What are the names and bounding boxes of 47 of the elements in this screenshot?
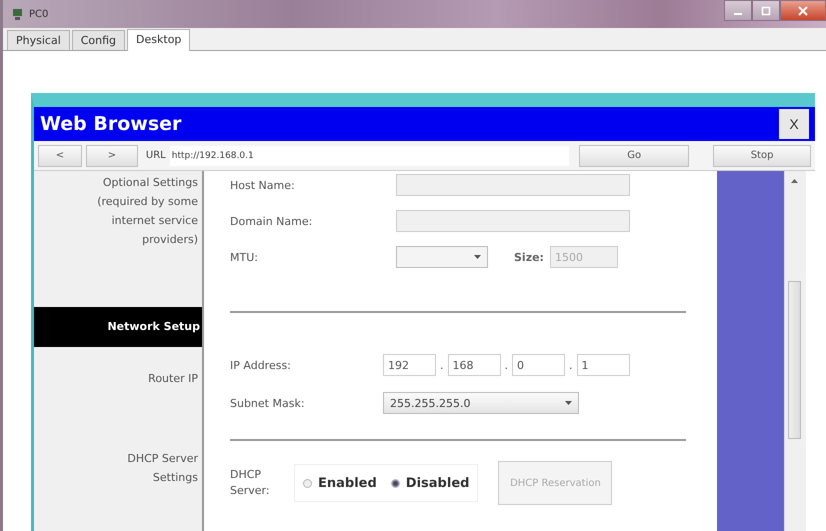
octet-field[interactable]: 168	[448, 354, 500, 376]
field-label: Host Name:	[230, 178, 296, 192]
radio-option[interactable]: Disabled	[390, 476, 470, 490]
close-icon	[798, 6, 808, 16]
section-label: Router IP	[147, 371, 199, 388]
minimize-icon	[734, 12, 742, 14]
octet-field[interactable]: 0	[512, 354, 565, 376]
field-label: IP Address:	[230, 358, 292, 372]
field-label: Domain Name:	[230, 214, 314, 228]
maximize-icon	[761, 6, 771, 16]
dropdown-arrow-icon	[565, 401, 572, 405]
tab[interactable]: Physical	[7, 30, 70, 50]
minimize-button[interactable]	[724, 0, 752, 21]
field-label: Size:	[514, 250, 544, 264]
scrollbar-thumb[interactable]	[788, 281, 801, 439]
field-label: DHCP Server:	[230, 467, 271, 499]
back-button[interactable]: <	[38, 144, 82, 166]
close-button[interactable]: X	[779, 109, 809, 139]
octet-field[interactable]: 1	[576, 354, 630, 376]
radio-option[interactable]: Enabled	[303, 476, 377, 490]
url-label: URL	[146, 150, 166, 161]
forward-button[interactable]: >	[86, 144, 138, 166]
window-title: PC0	[29, 8, 48, 20]
close-button[interactable]	[780, 0, 826, 21]
scroll-up-icon[interactable]	[791, 179, 798, 183]
computer-icon	[11, 7, 25, 21]
subnet-mask-dropdown[interactable]: 255.255.255.0	[383, 392, 579, 414]
url-field[interactable]: http://192.168.0.1	[170, 146, 570, 166]
maximize-button[interactable]	[752, 0, 780, 21]
section-label: DHCP Server Settings	[126, 451, 199, 486]
section-label: Optional Settings (required by some internet service providers)	[96, 175, 199, 248]
field-label: MTU:	[230, 250, 259, 264]
separator-dot: .	[504, 358, 508, 372]
scrollbar[interactable]	[784, 171, 806, 531]
tab[interactable]: Desktop	[127, 29, 190, 51]
tab[interactable]: Config	[72, 30, 126, 50]
dropdown-arrow-icon	[474, 255, 481, 259]
octet-field[interactable]: 192	[383, 354, 436, 376]
radio-button[interactable]	[303, 478, 312, 488]
radio-button[interactable]	[390, 478, 400, 488]
separator-dot: .	[440, 358, 444, 372]
stop-button[interactable]: Stop	[713, 144, 812, 166]
field-label: Subnet Mask:	[230, 396, 306, 410]
go-button[interactable]: Go	[579, 144, 690, 166]
separator-dot: .	[569, 358, 572, 372]
section-header: Network Setup	[34, 307, 202, 348]
browser-title: Web Browser	[40, 113, 182, 135]
